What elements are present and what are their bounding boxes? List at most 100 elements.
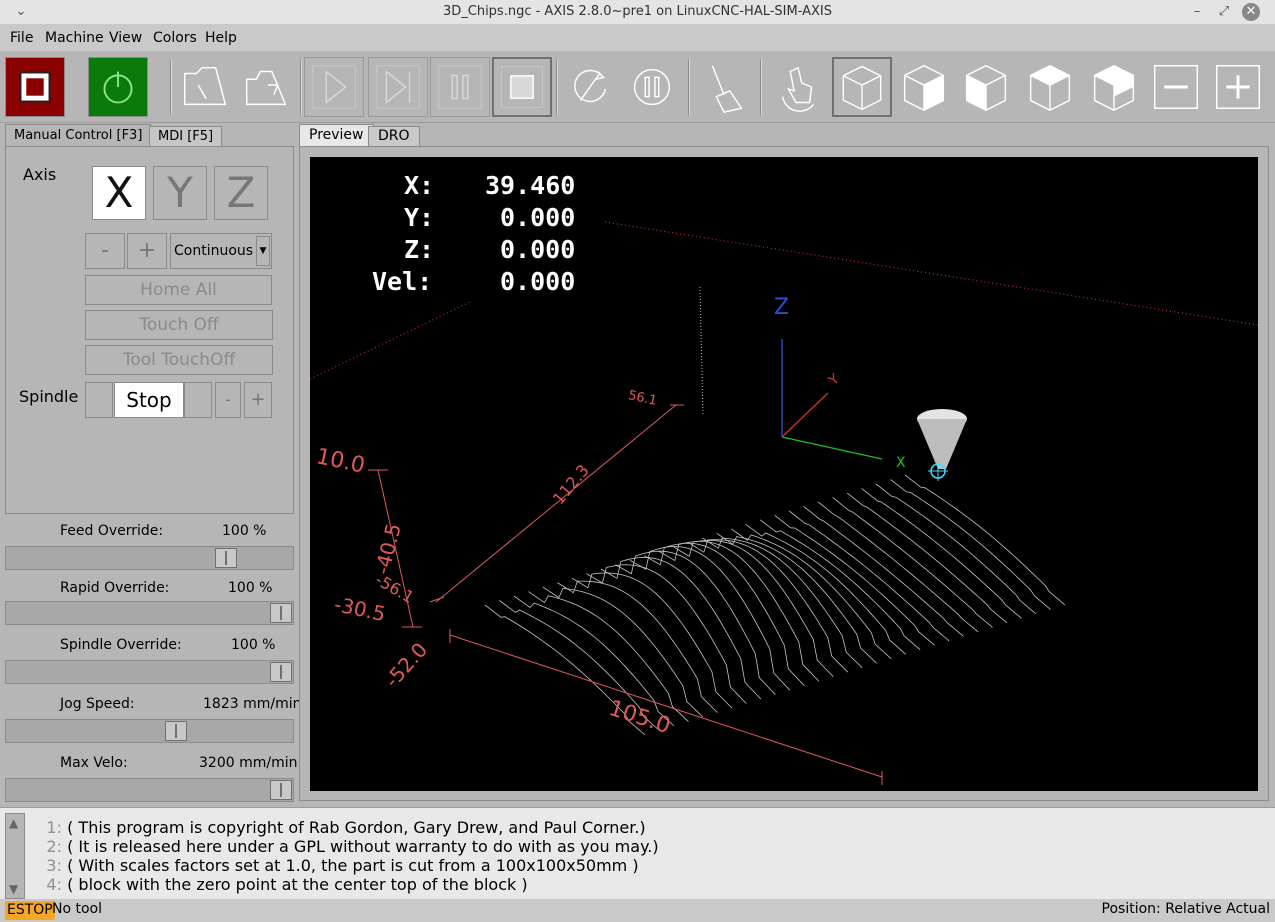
jog-minus-button[interactable]: - xyxy=(85,233,125,269)
open-file-button[interactable] xyxy=(176,57,236,117)
jog-plus-button[interactable]: + xyxy=(127,233,167,269)
toolpath-pass xyxy=(904,474,1066,606)
rapid-override-label: Rapid Override: xyxy=(60,580,170,596)
menu-bar: File Machine View Colors Help xyxy=(0,25,1275,51)
view-y-button[interactable] xyxy=(956,57,1016,117)
view-x-icon xyxy=(903,64,945,112)
toolpath-pass xyxy=(788,510,950,642)
scroll-up-icon[interactable]: ▲ xyxy=(9,816,18,830)
stop-button[interactable] xyxy=(492,57,552,117)
view-z-button[interactable] xyxy=(1020,57,1080,117)
toolbar-separator xyxy=(300,59,302,115)
axis-x-button[interactable]: X xyxy=(92,166,146,220)
spindle-slower-button[interactable]: - xyxy=(215,382,241,418)
gcode-line-number: 3: xyxy=(46,856,62,875)
view-p-icon xyxy=(1093,64,1135,112)
view-p-button[interactable] xyxy=(1084,57,1144,117)
gcode-line[interactable]: 2: ( It is released here under a GPL wit… xyxy=(40,837,659,856)
touch-off-button[interactable]: Touch Off xyxy=(85,310,273,340)
gcode-line[interactable]: 1: ( This program is copyright of Rab Go… xyxy=(40,818,645,837)
optional-pause-button[interactable] xyxy=(622,57,682,117)
skip-block-button[interactable] xyxy=(560,57,620,117)
stop-icon xyxy=(501,66,543,108)
estop-icon xyxy=(19,71,51,103)
toolpath-pass xyxy=(701,537,863,669)
dro-vel-label: Vel: xyxy=(372,267,433,296)
step-button[interactable] xyxy=(368,57,428,117)
feed-override-slider[interactable] xyxy=(5,546,294,570)
toolpath-pass xyxy=(745,523,906,655)
minimize-icon[interactable]: – xyxy=(1188,3,1206,21)
spindle-override-slider[interactable] xyxy=(5,660,294,684)
toolpath-pass xyxy=(716,532,877,664)
tool-touchoff-button[interactable]: Tool TouchOff xyxy=(85,345,273,375)
tab-mdi[interactable]: MDI [F5] xyxy=(149,126,223,146)
menu-file[interactable]: File xyxy=(10,30,33,46)
axis-y-button[interactable]: Y xyxy=(153,166,207,220)
toolpath-pass xyxy=(774,514,935,646)
close-icon[interactable]: ✕ xyxy=(1242,3,1260,21)
x-axis-line xyxy=(781,436,883,460)
toolpath-pass xyxy=(673,539,834,677)
max-velo-value: 3200 mm/min xyxy=(199,755,298,771)
estop-button[interactable] xyxy=(5,57,65,117)
gcode-listing[interactable]: ▲ ▼ 1: ( This program is copyright of Ra… xyxy=(0,807,1275,899)
slider-thumb[interactable] xyxy=(270,780,292,800)
slider-thumb[interactable] xyxy=(215,548,237,568)
spindle-stop-button[interactable]: Stop xyxy=(114,382,184,418)
run-button[interactable] xyxy=(304,57,364,117)
zoom-in-icon xyxy=(1216,65,1260,109)
axis-z-button[interactable]: Z xyxy=(214,166,268,220)
view-x-button[interactable] xyxy=(894,57,954,117)
maximize-icon[interactable]: ⤢ xyxy=(1215,3,1233,21)
reload-file-button[interactable] xyxy=(238,57,298,117)
spindle-faster-button[interactable]: + xyxy=(244,382,272,418)
toolpath-pass xyxy=(571,572,733,709)
jog-mode-select[interactable]: Continuous ▼ xyxy=(170,233,272,269)
tab-preview[interactable]: Preview xyxy=(299,124,374,146)
view-perspective-button[interactable] xyxy=(832,57,892,117)
slider-thumb[interactable] xyxy=(165,721,187,741)
gcode-line[interactable]: 4: ( block with the zero point at the ce… xyxy=(40,875,527,894)
window-title: 3D_Chips.ngc - AXIS 2.8.0~pre1 on LinuxC… xyxy=(442,4,833,19)
toolpath-pass xyxy=(832,497,993,628)
gcode-line-text: ( With scales factors set at 1.0, the pa… xyxy=(67,856,639,875)
zoom-out-button[interactable] xyxy=(1146,57,1206,117)
gcode-line[interactable]: 3: ( With scales factors set at 1.0, the… xyxy=(40,856,639,875)
spindle-override-value: 100 % xyxy=(231,637,276,653)
toolpath-pass xyxy=(600,556,762,700)
scroll-down-icon[interactable]: ▼ xyxy=(9,882,18,896)
slider-thumb[interactable] xyxy=(270,662,292,682)
chevron-down-icon: ▼ xyxy=(256,236,270,266)
menu-help[interactable]: Help xyxy=(205,30,237,46)
pause-button[interactable] xyxy=(430,57,490,117)
jog-speed-slider[interactable] xyxy=(5,719,294,743)
spindle-reverse-button[interactable] xyxy=(85,382,113,418)
clear-backplot-button[interactable] xyxy=(694,57,754,117)
x-axis-label: X xyxy=(896,455,906,471)
touch-zoom-icon xyxy=(781,66,815,112)
power-button[interactable] xyxy=(88,57,148,117)
run-icon xyxy=(312,65,356,109)
spindle-label: Spindle xyxy=(19,387,79,406)
menu-machine[interactable]: Machine xyxy=(45,30,104,46)
tab-dro[interactable]: DRO xyxy=(368,126,420,146)
toolpath-pass xyxy=(846,492,1008,624)
pause-icon xyxy=(438,65,482,109)
menu-view[interactable]: View xyxy=(109,30,142,46)
toolpath-lines xyxy=(484,474,1066,736)
dro-z-value: 0.000 xyxy=(500,235,576,264)
spindle-forward-button[interactable] xyxy=(184,382,212,418)
gcode-scrollbar[interactable]: ▲ ▼ xyxy=(5,813,25,899)
slider-thumb[interactable] xyxy=(270,603,292,623)
menu-colors[interactable]: Colors xyxy=(153,30,197,46)
zoom-in-button[interactable] xyxy=(1208,57,1268,117)
preview-canvas[interactable]: X: 39.460 Y: 0.000 Z: 0.000 Vel: 0.000 Z… xyxy=(310,157,1258,791)
max-velo-slider[interactable] xyxy=(5,778,294,802)
toolpath-pass xyxy=(759,519,921,651)
home-all-button[interactable]: Home All xyxy=(85,275,272,305)
touch-zoom-button[interactable] xyxy=(768,57,828,117)
rapid-override-slider[interactable] xyxy=(5,601,294,625)
tab-manual-control[interactable]: Manual Control [F3] xyxy=(5,124,152,146)
gcode-line-text: ( It is released here under a GPL withou… xyxy=(67,837,659,856)
